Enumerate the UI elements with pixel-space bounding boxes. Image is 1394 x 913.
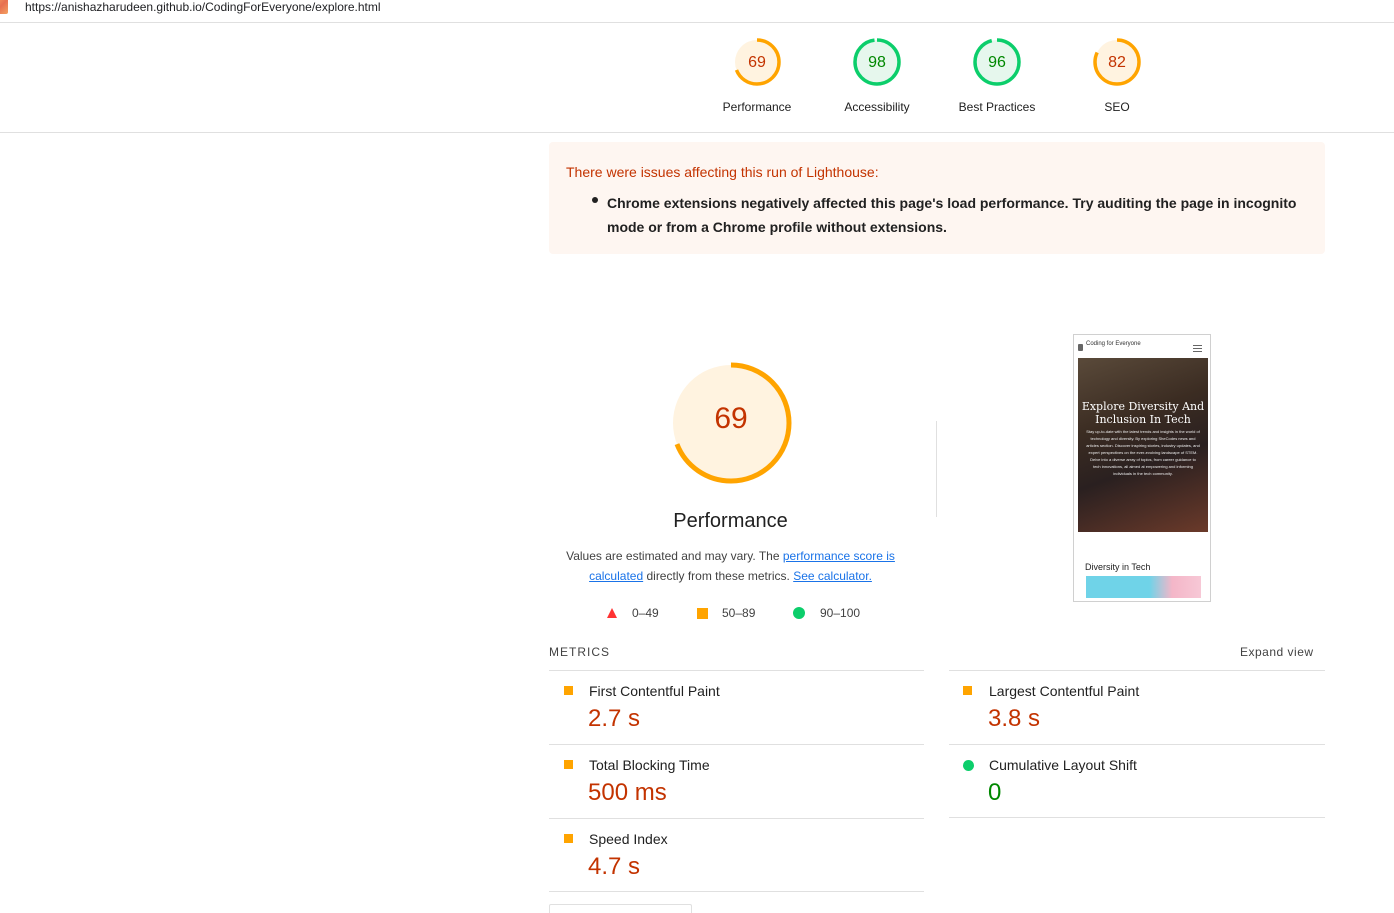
gauge-label: Performance — [722, 100, 792, 114]
desc-text: Values are estimated and may vary. The — [566, 549, 783, 563]
gauge-label: Accessibility — [844, 100, 910, 114]
legend-label: 90–100 — [820, 606, 861, 620]
square-orange-icon — [564, 760, 573, 769]
performance-score-gauge: 69 — [670, 362, 792, 484]
circle-green-icon — [793, 607, 805, 622]
circle-green-icon — [963, 760, 974, 771]
category-gauges: 69 Performance 98 Accessibility 96 Best … — [0, 22, 1394, 133]
gauge-seo[interactable]: 82 SEO — [1057, 36, 1177, 114]
metric-value: 500 ms — [588, 779, 667, 806]
metric-name: Largest Contentful Paint — [989, 683, 1140, 699]
gauge-score: 98 — [868, 54, 886, 71]
square-orange-icon — [963, 686, 972, 695]
desc-text: directly from these metrics. — [643, 569, 794, 583]
metric-name: Cumulative Layout Shift — [989, 757, 1137, 773]
screenshot-image — [1086, 576, 1201, 598]
screenshot-hero-text: Stay up-to-date with the latest trends a… — [1086, 429, 1200, 476]
legend-label: 50–89 — [722, 606, 756, 620]
gauge-score: 82 — [1108, 54, 1126, 71]
divider — [949, 817, 1325, 818]
bullet-icon — [592, 197, 598, 203]
gauge-accessibility[interactable]: 98 Accessibility — [817, 36, 937, 114]
gauge-score: 69 — [748, 54, 766, 71]
metric-value: 3.8 s — [988, 705, 1041, 732]
gauge-label: SEO — [1104, 100, 1130, 114]
see-calculator-link[interactable]: See calculator. — [793, 569, 872, 583]
divider — [549, 744, 924, 745]
divider — [949, 670, 1325, 671]
square-orange-icon — [697, 608, 708, 622]
expand-view-button[interactable]: Expand view — [1240, 645, 1314, 659]
lighthouse-icon — [0, 0, 8, 14]
divider — [549, 891, 924, 892]
warning-item: Chrome extensions negatively affected th… — [607, 195, 1297, 235]
performance-score: 69 — [714, 402, 748, 435]
triangle-red-icon — [606, 607, 618, 622]
screenshot-nav-title: Coding for Everyone — [1086, 341, 1141, 347]
legend-label: 0–49 — [632, 606, 659, 620]
performance-description: Values are estimated and may vary. The p… — [549, 546, 912, 586]
logo-icon — [1078, 344, 1083, 351]
hamburger-menu-icon — [1193, 345, 1202, 352]
metric-name: First Contentful Paint — [589, 683, 720, 699]
gauge-label: Best Practices — [958, 100, 1036, 114]
gauge-performance[interactable]: 69 Performance — [697, 36, 817, 114]
divider — [949, 744, 1325, 745]
metric-name: Total Blocking Time — [589, 757, 710, 773]
divider — [549, 818, 924, 819]
divider — [936, 421, 937, 517]
performance-title: Performance — [673, 510, 788, 532]
screenshot-section-title: Diversity in Tech — [1085, 562, 1151, 572]
metric-value: 0 — [988, 779, 1002, 806]
url-bar: https://anishazharudeen.github.io/Coding… — [0, 0, 1394, 23]
score-legend: 0–49 50–89 90–100 — [600, 606, 880, 622]
metric-value: 4.7 s — [588, 853, 641, 880]
final-screenshot[interactable]: Coding for Everyone Explore Diversity An… — [1073, 334, 1211, 602]
page-url[interactable]: https://anishazharudeen.github.io/Coding… — [25, 0, 381, 14]
square-orange-icon — [564, 686, 573, 695]
metrics-heading: METRICS — [549, 645, 610, 659]
gauge-best-practices[interactable]: 96 Best Practices — [937, 36, 1057, 114]
warnings-title: There were issues affecting this run of … — [566, 164, 879, 180]
divider — [549, 670, 924, 671]
view-treemap-button[interactable] — [549, 904, 692, 913]
square-orange-icon — [564, 834, 573, 843]
metric-name: Speed Index — [589, 831, 668, 847]
screenshot-hero: Explore Diversity And Inclusion In Tech … — [1078, 358, 1208, 532]
metric-value: 2.7 s — [588, 705, 641, 732]
gauge-score: 96 — [988, 54, 1006, 71]
screenshot-hero-title: Explore Diversity And Inclusion In Tech — [1081, 400, 1205, 426]
